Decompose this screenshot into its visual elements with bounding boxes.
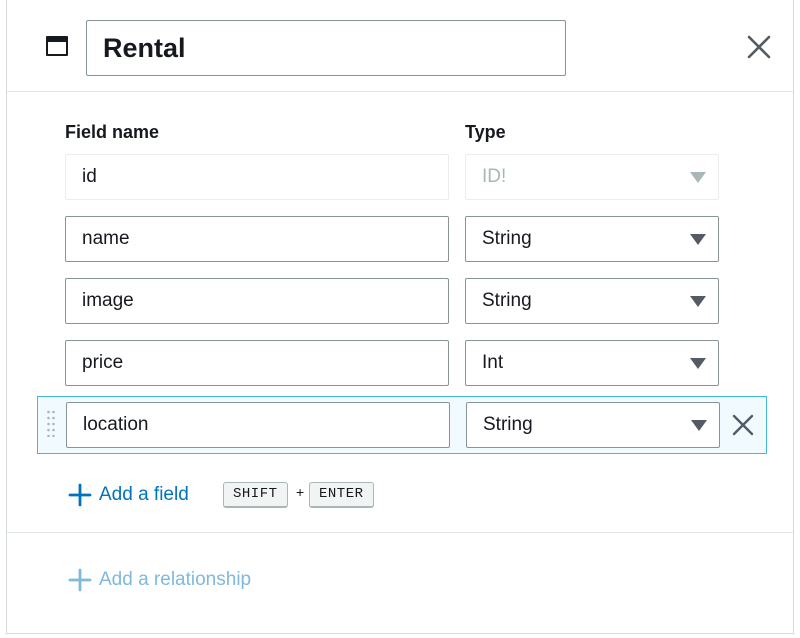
field-name-input[interactable] bbox=[65, 340, 449, 386]
shortcut-plus: + bbox=[296, 484, 305, 500]
caret-down-icon bbox=[690, 172, 706, 183]
shortcut-key-shift: SHIFT bbox=[223, 482, 288, 508]
model-window-icon bbox=[46, 36, 68, 56]
type-column-header: Type bbox=[465, 122, 506, 142]
field-name-input[interactable] bbox=[66, 402, 450, 448]
caret-down-icon bbox=[690, 296, 706, 307]
remove-field-icon[interactable] bbox=[731, 413, 755, 437]
field-type-value: String bbox=[482, 290, 532, 311]
add-field-button[interactable]: Add a field bbox=[68, 481, 189, 509]
caret-down-icon bbox=[690, 234, 706, 245]
model-editor-panel: Field name Type ID! String String Int bbox=[6, 0, 794, 634]
field-type-select[interactable]: Int bbox=[465, 340, 719, 386]
caret-down-icon bbox=[690, 358, 706, 369]
model-name-input[interactable] bbox=[86, 20, 566, 76]
field-type-value: Int bbox=[482, 352, 504, 373]
plus-icon bbox=[68, 568, 92, 592]
field-type-select: ID! bbox=[465, 154, 719, 200]
field-row-price: Int bbox=[37, 340, 767, 396]
add-relationship-label: Add a relationship bbox=[99, 569, 252, 590]
section-divider bbox=[7, 532, 793, 533]
field-type-select[interactable]: String bbox=[465, 216, 719, 262]
field-type-value: String bbox=[483, 414, 533, 435]
model-header bbox=[7, 0, 793, 92]
field-row-location: String bbox=[37, 396, 767, 454]
field-row-name: String bbox=[37, 216, 767, 272]
field-type-value: String bbox=[482, 228, 532, 249]
add-field-label: Add a field bbox=[99, 484, 189, 505]
add-relationship-button[interactable]: Add a relationship bbox=[68, 566, 251, 594]
shortcut-key-enter: ENTER bbox=[309, 482, 374, 508]
field-row-id: ID! bbox=[37, 154, 767, 210]
field-name-input bbox=[65, 154, 449, 200]
field-type-select[interactable]: String bbox=[465, 278, 719, 324]
field-row-image: String bbox=[37, 278, 767, 334]
caret-down-icon bbox=[691, 420, 707, 431]
field-name-input[interactable] bbox=[65, 278, 449, 324]
field-type-select[interactable]: String bbox=[466, 402, 720, 448]
drag-handle-icon[interactable] bbox=[46, 409, 56, 437]
field-name-column-header: Field name bbox=[65, 122, 160, 142]
field-name-input[interactable] bbox=[65, 216, 449, 262]
field-type-value: ID! bbox=[482, 166, 507, 187]
plus-icon bbox=[68, 483, 92, 507]
close-icon[interactable] bbox=[745, 33, 773, 61]
